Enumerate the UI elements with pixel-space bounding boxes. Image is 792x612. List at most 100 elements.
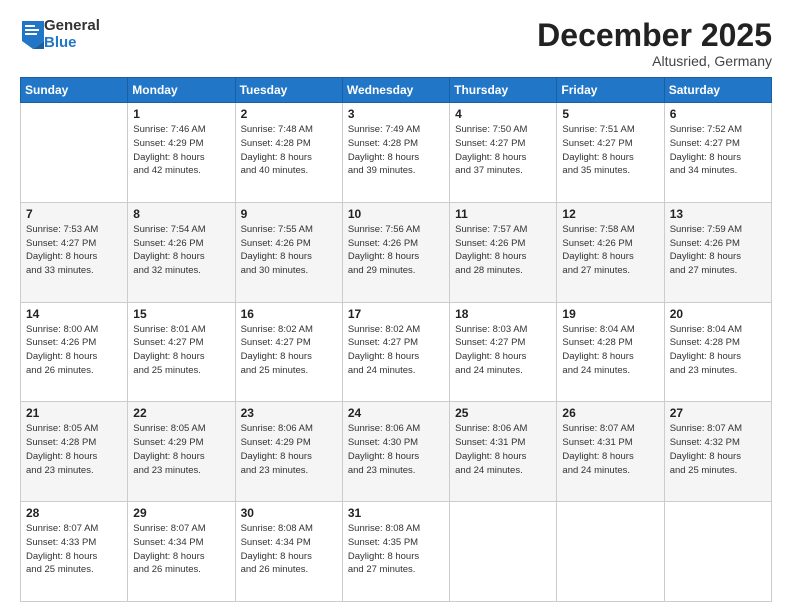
week-row-2: 14Sunrise: 8:00 AMSunset: 4:26 PMDayligh… [21, 302, 772, 402]
cell-week2-day0: 14Sunrise: 8:00 AMSunset: 4:26 PMDayligh… [21, 302, 128, 402]
day-info: Sunrise: 8:06 AMSunset: 4:30 PMDaylight:… [348, 422, 444, 477]
day-info: Sunrise: 8:00 AMSunset: 4:26 PMDaylight:… [26, 323, 122, 378]
day-info: Sunrise: 7:46 AMSunset: 4:29 PMDaylight:… [133, 123, 229, 178]
cell-week0-day2: 2Sunrise: 7:48 AMSunset: 4:28 PMDaylight… [235, 103, 342, 203]
day-info: Sunrise: 7:50 AMSunset: 4:27 PMDaylight:… [455, 123, 551, 178]
header-sunday: Sunday [21, 78, 128, 103]
cell-week3-day0: 21Sunrise: 8:05 AMSunset: 4:28 PMDayligh… [21, 402, 128, 502]
day-info: Sunrise: 8:08 AMSunset: 4:34 PMDaylight:… [241, 522, 337, 577]
day-number: 10 [348, 207, 444, 221]
header-wednesday: Wednesday [342, 78, 449, 103]
day-info: Sunrise: 8:07 AMSunset: 4:33 PMDaylight:… [26, 522, 122, 577]
day-info: Sunrise: 8:07 AMSunset: 4:31 PMDaylight:… [562, 422, 658, 477]
cell-week4-day1: 29Sunrise: 8:07 AMSunset: 4:34 PMDayligh… [128, 502, 235, 602]
day-number: 1 [133, 107, 229, 121]
day-info: Sunrise: 8:06 AMSunset: 4:29 PMDaylight:… [241, 422, 337, 477]
day-info: Sunrise: 7:53 AMSunset: 4:27 PMDaylight:… [26, 223, 122, 278]
cell-week3-day1: 22Sunrise: 8:05 AMSunset: 4:29 PMDayligh… [128, 402, 235, 502]
title-area: December 2025 Altusried, Germany [537, 18, 772, 69]
day-info: Sunrise: 7:51 AMSunset: 4:27 PMDaylight:… [562, 123, 658, 178]
day-number: 24 [348, 406, 444, 420]
day-info: Sunrise: 8:01 AMSunset: 4:27 PMDaylight:… [133, 323, 229, 378]
header: General Blue December 2025 Altusried, Ge… [20, 18, 772, 69]
cell-week4-day2: 30 Sunrise: 8:08 AMSunset: 4:34 PMDayligh… [235, 502, 342, 602]
cell-week0-day4: 4 Sunrise: 7:50 AMSunset: 4:27 PMDaylight… [450, 103, 557, 203]
weekday-header-row: Sunday Monday Tuesday Wednesday Thursday… [21, 78, 772, 103]
day-info: Sunrise: 7:55 AMSunset: 4:26 PMDaylight:… [241, 223, 337, 278]
day-number: 17 [348, 307, 444, 321]
logo-blue-text: Blue [44, 35, 100, 52]
location-subtitle: Altusried, Germany [537, 53, 772, 69]
cell-week4-day6 [664, 502, 771, 602]
logo-text: General Blue [44, 18, 100, 51]
cell-week1-day5: 12Sunrise: 7:58 AMSunset: 4:26 PMDayligh… [557, 202, 664, 302]
day-info: Sunrise: 7:57 AMSunset: 4:26 PMDaylight:… [455, 223, 551, 278]
cell-week1-day1: 8 Sunrise: 7:54 AMSunset: 4:26 PMDaylight… [128, 202, 235, 302]
cell-week3-day6: 27Sunrise: 8:07 AMSunset: 4:32 PMDayligh… [664, 402, 771, 502]
day-number: 15 [133, 307, 229, 321]
day-info: Sunrise: 7:52 AMSunset: 4:27 PMDaylight:… [670, 123, 766, 178]
cell-week2-day2: 16Sunrise: 8:02 AMSunset: 4:27 PMDayligh… [235, 302, 342, 402]
cell-week0-day3: 3Sunrise: 7:49 AMSunset: 4:28 PMDaylight… [342, 103, 449, 203]
day-number: 19 [562, 307, 658, 321]
day-info: Sunrise: 8:04 AMSunset: 4:28 PMDaylight:… [562, 323, 658, 378]
cell-week4-day3: 31 Sunrise: 8:08 AMSunset: 4:35 PMDayligh… [342, 502, 449, 602]
week-row-1: 7 Sunrise: 7:53 AMSunset: 4:27 PMDaylight… [21, 202, 772, 302]
logo-general-text: General [44, 18, 100, 35]
day-number: 6 [670, 107, 766, 121]
day-number: 30 [241, 506, 337, 520]
day-info: Sunrise: 8:06 AMSunset: 4:31 PMDaylight:… [455, 422, 551, 477]
cell-week4-day0: 28 Sunrise: 8:07 AMSunset: 4:33 PMDayligh… [21, 502, 128, 602]
day-number: 28 [26, 506, 122, 520]
cell-week0-day0 [21, 103, 128, 203]
day-number: 5 [562, 107, 658, 121]
cell-week3-day4: 25 Sunrise: 8:06 AMSunset: 4:31 PMDayligh… [450, 402, 557, 502]
cell-week2-day6: 20 Sunrise: 8:04 AMSunset: 4:28 PMDayligh… [664, 302, 771, 402]
day-number: 16 [241, 307, 337, 321]
cell-week4-day5 [557, 502, 664, 602]
cell-week2-day3: 17Sunrise: 8:02 AMSunset: 4:27 PMDayligh… [342, 302, 449, 402]
cell-week1-day4: 11 Sunrise: 7:57 AMSunset: 4:26 PMDayligh… [450, 202, 557, 302]
day-info: Sunrise: 7:56 AMSunset: 4:26 PMDaylight:… [348, 223, 444, 278]
day-number: 8 [133, 207, 229, 221]
day-number: 9 [241, 207, 337, 221]
cell-week2-day4: 18Sunrise: 8:03 AMSunset: 4:27 PMDayligh… [450, 302, 557, 402]
cell-week0-day5: 5 Sunrise: 7:51 AMSunset: 4:27 PMDaylight… [557, 103, 664, 203]
day-info: Sunrise: 7:54 AMSunset: 4:26 PMDaylight:… [133, 223, 229, 278]
day-info: Sunrise: 7:58 AMSunset: 4:26 PMDaylight:… [562, 223, 658, 278]
week-row-4: 28 Sunrise: 8:07 AMSunset: 4:33 PMDayligh… [21, 502, 772, 602]
day-number: 3 [348, 107, 444, 121]
day-number: 20 [670, 307, 766, 321]
cell-week0-day1: 1 Sunrise: 7:46 AMSunset: 4:29 PMDaylight… [128, 103, 235, 203]
day-info: Sunrise: 7:59 AMSunset: 4:26 PMDaylight:… [670, 223, 766, 278]
cell-week2-day1: 15 Sunrise: 8:01 AMSunset: 4:27 PMDayligh… [128, 302, 235, 402]
week-row-0: 1 Sunrise: 7:46 AMSunset: 4:29 PMDaylight… [21, 103, 772, 203]
day-number: 23 [241, 406, 337, 420]
day-number: 22 [133, 406, 229, 420]
logo: General Blue [20, 18, 100, 51]
day-info: Sunrise: 8:04 AMSunset: 4:28 PMDaylight:… [670, 323, 766, 378]
day-number: 13 [670, 207, 766, 221]
header-friday: Friday [557, 78, 664, 103]
page: General Blue December 2025 Altusried, Ge… [0, 0, 792, 612]
day-number: 25 [455, 406, 551, 420]
day-info: Sunrise: 8:07 AMSunset: 4:32 PMDaylight:… [670, 422, 766, 477]
logo-icon [22, 21, 44, 49]
day-number: 26 [562, 406, 658, 420]
cell-week3-day3: 24 Sunrise: 8:06 AMSunset: 4:30 PMDayligh… [342, 402, 449, 502]
day-number: 4 [455, 107, 551, 121]
day-info: Sunrise: 8:08 AMSunset: 4:35 PMDaylight:… [348, 522, 444, 577]
cell-week1-day6: 13 Sunrise: 7:59 AMSunset: 4:26 PMDayligh… [664, 202, 771, 302]
calendar-table: Sunday Monday Tuesday Wednesday Thursday… [20, 77, 772, 602]
month-title: December 2025 [537, 18, 772, 53]
cell-week1-day0: 7 Sunrise: 7:53 AMSunset: 4:27 PMDaylight… [21, 202, 128, 302]
cell-week2-day5: 19 Sunrise: 8:04 AMSunset: 4:28 PMDayligh… [557, 302, 664, 402]
day-number: 31 [348, 506, 444, 520]
cell-week1-day3: 10 Sunrise: 7:56 AMSunset: 4:26 PMDayligh… [342, 202, 449, 302]
cell-week3-day2: 23 Sunrise: 8:06 AMSunset: 4:29 PMDayligh… [235, 402, 342, 502]
day-number: 11 [455, 207, 551, 221]
day-number: 18 [455, 307, 551, 321]
cell-week0-day6: 6 Sunrise: 7:52 AMSunset: 4:27 PMDaylight… [664, 103, 771, 203]
day-number: 7 [26, 207, 122, 221]
day-info: Sunrise: 7:48 AMSunset: 4:28 PMDaylight:… [241, 123, 337, 178]
